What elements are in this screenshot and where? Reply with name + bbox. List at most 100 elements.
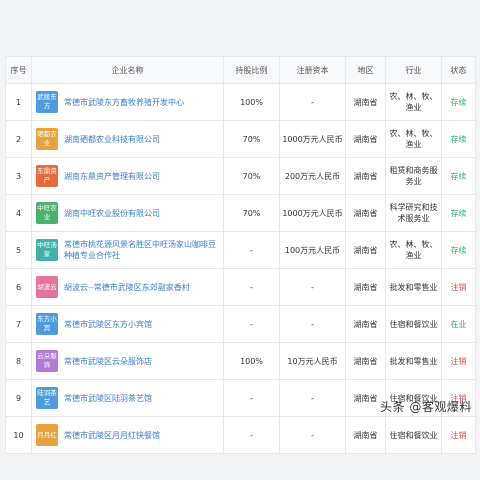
company-name-link[interactable]: 常德市桃花源风景名胜区中旺汤家山咖啡豆种植专业合作社	[64, 239, 223, 261]
table-row: 8 云朵服饰 常德市武陵区云朵服饰店 100% 10万元人民币 湖南省 批发和零售业 注销	[5, 342, 476, 380]
status-badge: 存续	[441, 157, 476, 195]
company-cell: 武陵东方 常德市武陵东方畜牧养殖开发中心	[31, 83, 224, 121]
industry: 租赁和商务服务业	[385, 157, 442, 195]
share-ratio: -	[223, 268, 280, 306]
watermark: 头条 @客观爆料	[380, 400, 472, 414]
row-index: 7	[5, 305, 32, 343]
header-industry: 行业	[385, 56, 442, 84]
registered-capital: 10万元人民币	[279, 342, 346, 380]
region: 湖南省	[345, 305, 386, 343]
industry: 批发和零售业	[385, 342, 442, 380]
company-name-link[interactable]: 常德市武陵区云朵服饰店	[64, 356, 152, 367]
header-registered-capital: 注册资本	[279, 56, 346, 84]
registered-capital: -	[279, 305, 346, 343]
registered-capital: -	[279, 268, 346, 306]
table-row: 5 中旺汤家 常德市桃花源风景名胜区中旺汤家山咖啡豆种植专业合作社 -100万元人民币…	[5, 231, 476, 269]
company-cell: 东方小宾 常德市武陵区东方小宾馆	[31, 305, 224, 343]
industry: 住宿和餐饮业	[385, 305, 442, 343]
industry: 住宿和餐饮业	[385, 416, 442, 454]
company-cell: 月月红 常德市武陵区月月红快餐馆	[31, 416, 224, 454]
table-row: 4 中旺农业 湖南中旺农业股份有限公司 70% 1000万元人民币 湖南省 科学研究和技术服…	[5, 194, 476, 232]
share-ratio: 100%	[223, 83, 280, 121]
table-row: 10 月月红 常德市武陵区月月红快餐馆 - - 湖南省 住宿和餐饮业 注销	[5, 416, 476, 454]
row-index: 3	[5, 157, 32, 195]
row-index: 1	[5, 83, 32, 121]
registered-capital: 200万元人民币	[279, 157, 346, 195]
company-name-link[interactable]: 常德市武陵区陆羽茶艺馆	[64, 393, 152, 404]
row-index: 6	[5, 268, 32, 306]
share-ratio: 70%	[223, 157, 280, 195]
registered-capital: 100万元人民币	[279, 231, 346, 269]
row-index: 8	[5, 342, 32, 380]
table-header-row: 序号 企业名称 持股比例 注册资本 地区 行业 状态	[5, 56, 476, 84]
header-index: 序号	[5, 56, 32, 84]
region: 湖南省	[345, 231, 386, 269]
share-ratio: -	[223, 416, 280, 454]
region: 湖南省	[345, 120, 386, 158]
company-name-link[interactable]: 胡波云--常德市武陵区东郊副家香村	[64, 282, 190, 293]
investment-table: 序号 企业名称 持股比例 注册资本 地区 行业 状态 1 武陵东方 常德市武陵东方畜…	[5, 56, 476, 454]
header-status: 状态	[441, 56, 476, 84]
row-index: 9	[5, 379, 32, 417]
registered-capital: -	[279, 379, 346, 417]
company-name-link[interactable]: 常德市武陵区东方小宾馆	[64, 319, 152, 330]
status-badge: 注销	[441, 268, 476, 306]
company-logo: 硒都农业	[36, 128, 58, 150]
row-index: 4	[5, 194, 32, 232]
company-logo: 胡波云	[36, 276, 58, 298]
registered-capital: -	[279, 416, 346, 454]
company-cell: 陆羽茶艺 常德市武陵区陆羽茶艺馆	[31, 379, 224, 417]
share-ratio: 100%	[223, 342, 280, 380]
status-badge: 存续	[441, 120, 476, 158]
header-share-ratio: 持股比例	[223, 56, 280, 84]
table-row: 1 武陵东方 常德市武陵东方畜牧养殖开发中心 100% - 湖南省 农、林、牧、渔业 存续	[5, 83, 476, 121]
company-logo: 武陵东方	[36, 91, 58, 113]
company-cell: 胡波云 胡波云--常德市武陵区东郊副家香村	[31, 268, 224, 306]
company-cell: 中旺汤家 常德市桃花源风景名胜区中旺汤家山咖啡豆种植专业合作社	[31, 231, 224, 269]
company-logo: 东鼎资产	[36, 165, 58, 187]
company-logo: 中旺汤家	[36, 239, 58, 261]
table-row: 6 胡波云 胡波云--常德市武陵区东郊副家香村 - - 湖南省 批发和零售业 注销	[5, 268, 476, 306]
industry: 农、林、牧、渔业	[385, 231, 442, 269]
company-name-link[interactable]: 常德市武陵区月月红快餐馆	[64, 430, 160, 441]
company-name-link[interactable]: 湖南中旺农业股份有限公司	[64, 208, 160, 219]
region: 湖南省	[345, 416, 386, 454]
industry: 科学研究和技术服务业	[385, 194, 442, 232]
status-badge: 存续	[441, 194, 476, 232]
company-logo: 东方小宾	[36, 313, 58, 335]
company-logo: 中旺农业	[36, 202, 58, 224]
region: 湖南省	[345, 194, 386, 232]
table-row: 7 东方小宾 常德市武陵区东方小宾馆 - - 湖南省 住宿和餐饮业 在业	[5, 305, 476, 343]
company-logo: 月月红	[36, 424, 58, 446]
company-name-link[interactable]: 湖南硒都农业科技有限公司	[64, 134, 160, 145]
registered-capital: 1000万元人民币	[279, 194, 346, 232]
status-badge: 注销	[441, 416, 476, 454]
share-ratio: 70%	[223, 120, 280, 158]
status-badge: 在业	[441, 305, 476, 343]
share-ratio: 70%	[223, 194, 280, 232]
header-region: 地区	[345, 56, 386, 84]
share-ratio: -	[223, 231, 280, 269]
region: 湖南省	[345, 268, 386, 306]
row-index: 5	[5, 231, 32, 269]
status-badge: 注销	[441, 342, 476, 380]
share-ratio: -	[223, 305, 280, 343]
company-name-link[interactable]: 湖南东鼎资产管理有限公司	[64, 171, 160, 182]
industry: 批发和零售业	[385, 268, 442, 306]
registered-capital: 1000万元人民币	[279, 120, 346, 158]
investment-table-card: 序号 企业名称 持股比例 注册资本 地区 行业 状态 1 武陵东方 常德市武陵东方畜…	[5, 56, 476, 454]
table-row: 2 硒都农业 湖南硒都农业科技有限公司 70% 1000万元人民币 湖南省 农、林、牧、渔业…	[5, 120, 476, 158]
share-ratio: -	[223, 379, 280, 417]
industry: 农、林、牧、渔业	[385, 120, 442, 158]
industry: 农、林、牧、渔业	[385, 83, 442, 121]
company-logo: 云朵服饰	[36, 350, 58, 372]
status-badge: 存续	[441, 231, 476, 269]
company-cell: 东鼎资产 湖南东鼎资产管理有限公司	[31, 157, 224, 195]
company-name-link[interactable]: 常德市武陵东方畜牧养殖开发中心	[64, 97, 184, 108]
company-cell: 硒都农业 湖南硒都农业科技有限公司	[31, 120, 224, 158]
table-row: 3 东鼎资产 湖南东鼎资产管理有限公司 70% 200万元人民币 湖南省 租赁和商务服务业存…	[5, 157, 476, 195]
row-index: 2	[5, 120, 32, 158]
header-company-name: 企业名称	[31, 56, 224, 84]
region: 湖南省	[345, 157, 386, 195]
company-cell: 云朵服饰 常德市武陵区云朵服饰店	[31, 342, 224, 380]
